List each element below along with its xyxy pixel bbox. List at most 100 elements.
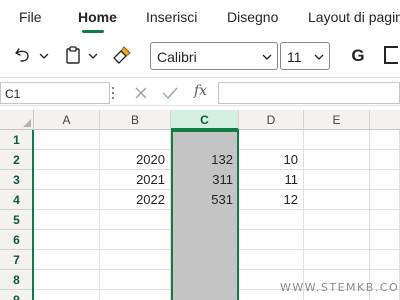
- cell-c1[interactable]: [171, 130, 239, 150]
- undo-icon: [15, 48, 29, 62]
- cell-e6[interactable]: [304, 230, 370, 250]
- cell-b6[interactable]: [100, 230, 171, 250]
- font-size-select[interactable]: 11: [280, 42, 330, 70]
- watermark: WWW.STEMKB.COM: [280, 281, 400, 294]
- cell-b2[interactable]: 2020: [100, 150, 171, 170]
- more-dots-icon: [112, 87, 114, 99]
- formula-bar: C1 fx: [0, 78, 400, 106]
- name-box-value: C1: [5, 87, 21, 101]
- cell-f6[interactable]: [370, 230, 400, 250]
- cell-c4[interactable]: 531: [171, 190, 239, 210]
- column-header-b[interactable]: B: [100, 110, 171, 130]
- cell-f7[interactable]: [370, 250, 400, 270]
- row-header-6[interactable]: 6: [0, 230, 34, 250]
- cell-c2[interactable]: 132: [171, 150, 239, 170]
- cell-c5[interactable]: [171, 210, 239, 230]
- tab-file[interactable]: File: [19, 9, 42, 25]
- cell-e5[interactable]: [304, 210, 370, 230]
- cell-d7[interactable]: [239, 250, 304, 270]
- cell-f5[interactable]: [370, 210, 400, 230]
- cell-f1[interactable]: [370, 130, 400, 150]
- cell-d4[interactable]: 12: [239, 190, 304, 210]
- cell-d1[interactable]: [239, 130, 304, 150]
- row-header-3[interactable]: 3: [0, 170, 34, 190]
- column-header-c[interactable]: C: [171, 110, 239, 130]
- cell-c8[interactable]: [171, 270, 239, 290]
- tab-inserisci[interactable]: Inserisci: [146, 9, 197, 25]
- cell-e4[interactable]: [304, 190, 370, 210]
- cell-c6[interactable]: [171, 230, 239, 250]
- worksheet-grid: A B C D E 1 2 3 4 5 6 7 8 9 2020 132 10 202…: [0, 110, 400, 300]
- paste-dropdown-chevron-icon[interactable]: [87, 50, 99, 62]
- column-header-d[interactable]: D: [239, 110, 304, 130]
- format-painter-icon: [113, 46, 131, 64]
- cell-e2[interactable]: [304, 150, 370, 170]
- row-header-selection-bar: [32, 130, 34, 300]
- cell-b9[interactable]: [100, 290, 171, 300]
- cell-a9[interactable]: [34, 290, 100, 300]
- cell-e7[interactable]: [304, 250, 370, 270]
- cell-e3[interactable]: [304, 170, 370, 190]
- cell-f4[interactable]: [370, 190, 400, 210]
- paste-button[interactable]: [62, 44, 84, 66]
- cell-b3[interactable]: 2021: [100, 170, 171, 190]
- active-tab-indicator: [82, 30, 104, 33]
- row-header-7[interactable]: 7: [0, 250, 34, 270]
- font-size-value: 11: [287, 49, 302, 65]
- chevron-down-icon: [262, 54, 272, 60]
- format-painter-button[interactable]: [110, 43, 134, 67]
- cell-b7[interactable]: [100, 250, 171, 270]
- enter-check-icon[interactable]: [162, 86, 178, 100]
- cell-b8[interactable]: [100, 270, 171, 290]
- font-name-select[interactable]: Calibri: [150, 42, 278, 70]
- select-all-triangle-icon: [23, 119, 31, 127]
- column-header-e[interactable]: E: [304, 110, 370, 130]
- undo-button[interactable]: [12, 44, 34, 66]
- row-header-9[interactable]: 9: [0, 290, 34, 300]
- cell-d6[interactable]: [239, 230, 304, 250]
- cell-a6[interactable]: [34, 230, 100, 250]
- cell-a5[interactable]: [34, 210, 100, 230]
- cell-c3[interactable]: 311: [171, 170, 239, 190]
- chevron-down-icon: [314, 54, 324, 60]
- ribbon-tabs: File Home Inserisci Disegno Layout di pa…: [0, 0, 400, 34]
- cell-f2[interactable]: [370, 150, 400, 170]
- borders-icon[interactable]: [384, 46, 398, 64]
- row-header-4[interactable]: 4: [0, 190, 34, 210]
- formula-input[interactable]: [218, 82, 400, 104]
- select-all-corner[interactable]: [0, 110, 34, 130]
- column-header-f[interactable]: [370, 110, 400, 130]
- undo-dropdown-chevron-icon[interactable]: [38, 50, 50, 62]
- cell-a3[interactable]: [34, 170, 100, 190]
- cell-b5[interactable]: [100, 210, 171, 230]
- bold-button[interactable]: G: [346, 44, 370, 68]
- cell-a4[interactable]: [34, 190, 100, 210]
- cell-d2[interactable]: 10: [239, 150, 304, 170]
- row-header-1[interactable]: 1: [0, 130, 34, 150]
- cell-d3[interactable]: 11: [239, 170, 304, 190]
- row-header-2[interactable]: 2: [0, 150, 34, 170]
- cell-a7[interactable]: [34, 250, 100, 270]
- cell-f3[interactable]: [370, 170, 400, 190]
- tab-disegno[interactable]: Disegno: [227, 9, 278, 25]
- cell-e1[interactable]: [304, 130, 370, 150]
- font-name-value: Calibri: [157, 49, 197, 65]
- tab-layout-di-pagina[interactable]: Layout di pagin: [308, 9, 400, 25]
- cell-a1[interactable]: [34, 130, 100, 150]
- cancel-icon[interactable]: [134, 86, 148, 100]
- column-header-a[interactable]: A: [34, 110, 100, 130]
- cell-a8[interactable]: [34, 270, 100, 290]
- name-box[interactable]: C1: [0, 82, 110, 104]
- cell-d5[interactable]: [239, 210, 304, 230]
- cell-c9[interactable]: [171, 290, 239, 300]
- ribbon-toolbar: Calibri 11 G: [0, 34, 400, 78]
- insert-function-button[interactable]: fx: [194, 83, 207, 99]
- tab-home[interactable]: Home: [78, 9, 117, 25]
- cell-c7[interactable]: [171, 250, 239, 270]
- row-header-8[interactable]: 8: [0, 270, 34, 290]
- row-header-5[interactable]: 5: [0, 210, 34, 230]
- cell-b4[interactable]: 2022: [100, 190, 171, 210]
- cell-a2[interactable]: [34, 150, 100, 170]
- clipboard-icon: [66, 46, 80, 64]
- cell-b1[interactable]: [100, 130, 171, 150]
